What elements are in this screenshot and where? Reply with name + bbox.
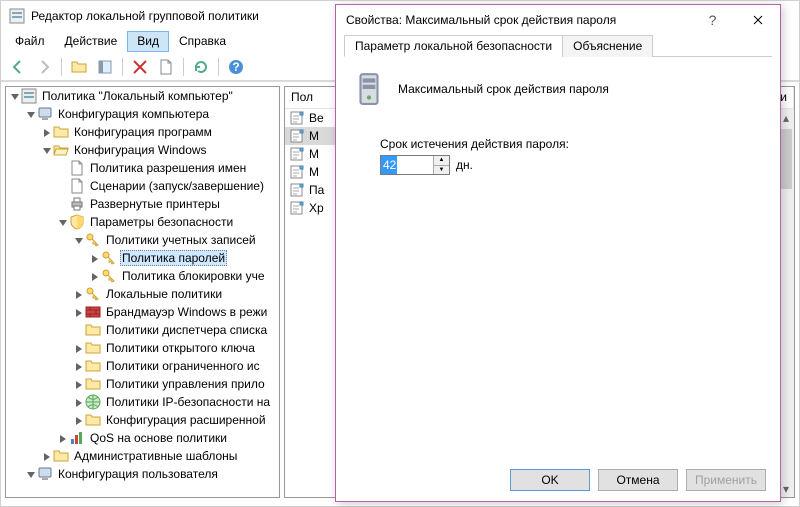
folder-icon <box>85 358 101 374</box>
tree-security-settings[interactable]: Параметры безопасности <box>56 213 279 231</box>
key-icon <box>85 286 101 302</box>
tree-scripts[interactable]: Сценарии (запуск/завершение) <box>56 177 279 195</box>
menu-action[interactable]: Действие <box>55 31 128 52</box>
dialog-body: Максимальный срок действия пароля Срок и… <box>336 57 780 189</box>
folder-icon <box>85 412 101 428</box>
tree-root[interactable]: Политика "Локальный компьютер" <box>8 87 279 105</box>
app-icon <box>9 8 25 24</box>
server-icon <box>352 71 386 107</box>
policy-icon <box>289 146 305 162</box>
tree-password-policy[interactable]: Политика паролей <box>88 249 279 267</box>
toolbar-show-hide[interactable] <box>94 56 116 78</box>
tree-local-policies[interactable]: Локальные политики <box>72 285 279 303</box>
folder-icon <box>53 124 69 140</box>
folder-icon <box>85 376 101 392</box>
toolbar-separator <box>122 58 123 76</box>
folder-icon <box>85 322 101 338</box>
menu-help[interactable]: Справка <box>169 31 236 52</box>
policy-icon <box>289 110 305 126</box>
network-icon <box>85 394 101 410</box>
dialog-close-button[interactable] <box>735 5 780 35</box>
scroll-thumb[interactable] <box>780 129 792 189</box>
tree-windows-config[interactable]: Конфигурация Windows <box>40 141 279 159</box>
tree-computer-config[interactable]: Конфигурация компьютера <box>24 105 279 123</box>
apply-button[interactable]: Применить <box>686 469 766 491</box>
days-spinner[interactable]: ▲ ▼ <box>380 155 450 175</box>
gpedit-icon <box>21 88 37 104</box>
tree-account-policies[interactable]: Политики учетных записей <box>72 231 279 249</box>
dialog-footer: OK Отмена Применить <box>510 469 766 491</box>
policy-icon <box>289 164 305 180</box>
spin-up-button[interactable]: ▲ <box>434 156 449 166</box>
toolbar-forward[interactable] <box>33 56 55 78</box>
toolbar-separator <box>61 58 62 76</box>
toolbar-back[interactable] <box>7 56 29 78</box>
key-icon <box>85 232 101 248</box>
folder-open-icon <box>53 142 69 158</box>
tree-lockout-policy[interactable]: Политика блокировки уче <box>88 267 279 285</box>
tree-user-config[interactable]: Конфигурация пользователя <box>24 465 279 483</box>
tree-admin-templates[interactable]: Административные шаблоны <box>40 447 279 465</box>
tree-printers[interactable]: Развернутые принтеры <box>56 195 279 213</box>
key-icon <box>101 250 117 266</box>
dialog-heading: Максимальный срок действия пароля <box>398 82 609 96</box>
toolbar-refresh[interactable] <box>190 56 212 78</box>
shield-icon <box>69 214 85 230</box>
toolbar-help[interactable] <box>225 56 247 78</box>
dialog-title: Свойства: Максимальный срок действия пар… <box>346 13 690 27</box>
menu-file[interactable]: Файл <box>5 31 55 52</box>
days-unit: дн. <box>456 158 473 172</box>
tree-name-resolution[interactable]: Политика разрешения имен <box>56 159 279 177</box>
toolbar-separator <box>183 58 184 76</box>
days-input[interactable] <box>381 156 433 174</box>
folder-icon <box>85 340 101 356</box>
ok-button[interactable]: OK <box>510 469 590 491</box>
computer-icon <box>37 106 53 122</box>
doc-icon <box>69 160 85 176</box>
key-icon <box>101 268 117 284</box>
tree-program-config[interactable]: Конфигурация программ <box>40 123 279 141</box>
doc-icon <box>69 178 85 194</box>
tree-firewall[interactable]: Брандмауэр Windows в режи <box>72 303 279 321</box>
menu-view[interactable]: Вид <box>127 31 169 52</box>
firewall-icon <box>85 304 101 320</box>
policy-icon <box>289 128 305 144</box>
tree-app-control[interactable]: Политики управления прило <box>72 375 279 393</box>
toolbar-separator <box>218 58 219 76</box>
chart-icon <box>69 430 85 446</box>
tab-explanation[interactable]: Объяснение <box>562 35 653 57</box>
toolbar-up[interactable] <box>68 56 90 78</box>
cancel-button[interactable]: Отмена <box>598 469 678 491</box>
tree-ipsec[interactable]: Политики IP-безопасности на <box>72 393 279 411</box>
dialog-titlebar[interactable]: Свойства: Максимальный срок действия пар… <box>336 5 780 35</box>
field-label: Срок истечения действия пароля: <box>380 137 764 151</box>
spin-down-button[interactable]: ▼ <box>434 166 449 175</box>
tree-network-list[interactable]: Политики диспетчера списка <box>72 321 279 339</box>
tab-local-security[interactable]: Параметр локальной безопасности <box>344 35 563 57</box>
tree-software-restriction[interactable]: Политики ограниченного ис <box>72 357 279 375</box>
toolbar-properties[interactable] <box>155 56 177 78</box>
properties-dialog: Свойства: Максимальный срок действия пар… <box>335 4 781 502</box>
computer-icon <box>37 466 53 482</box>
tree-public-key[interactable]: Политики открытого ключа <box>72 339 279 357</box>
folder-icon <box>53 448 69 464</box>
tree-qos[interactable]: QoS на основе политики <box>56 429 279 447</box>
policy-icon <box>289 182 305 198</box>
tree-pane[interactable]: Политика "Локальный компьютер" Конфигура… <box>5 86 280 498</box>
tree-advanced-audit[interactable]: Конфигурация расширенной <box>72 411 279 429</box>
dialog-tabs: Параметр локальной безопасности Объяснен… <box>336 35 780 57</box>
dialog-help-button[interactable]: ? <box>690 5 735 35</box>
toolbar-delete[interactable] <box>129 56 151 78</box>
printer-icon <box>69 196 85 212</box>
policy-icon <box>289 200 305 216</box>
